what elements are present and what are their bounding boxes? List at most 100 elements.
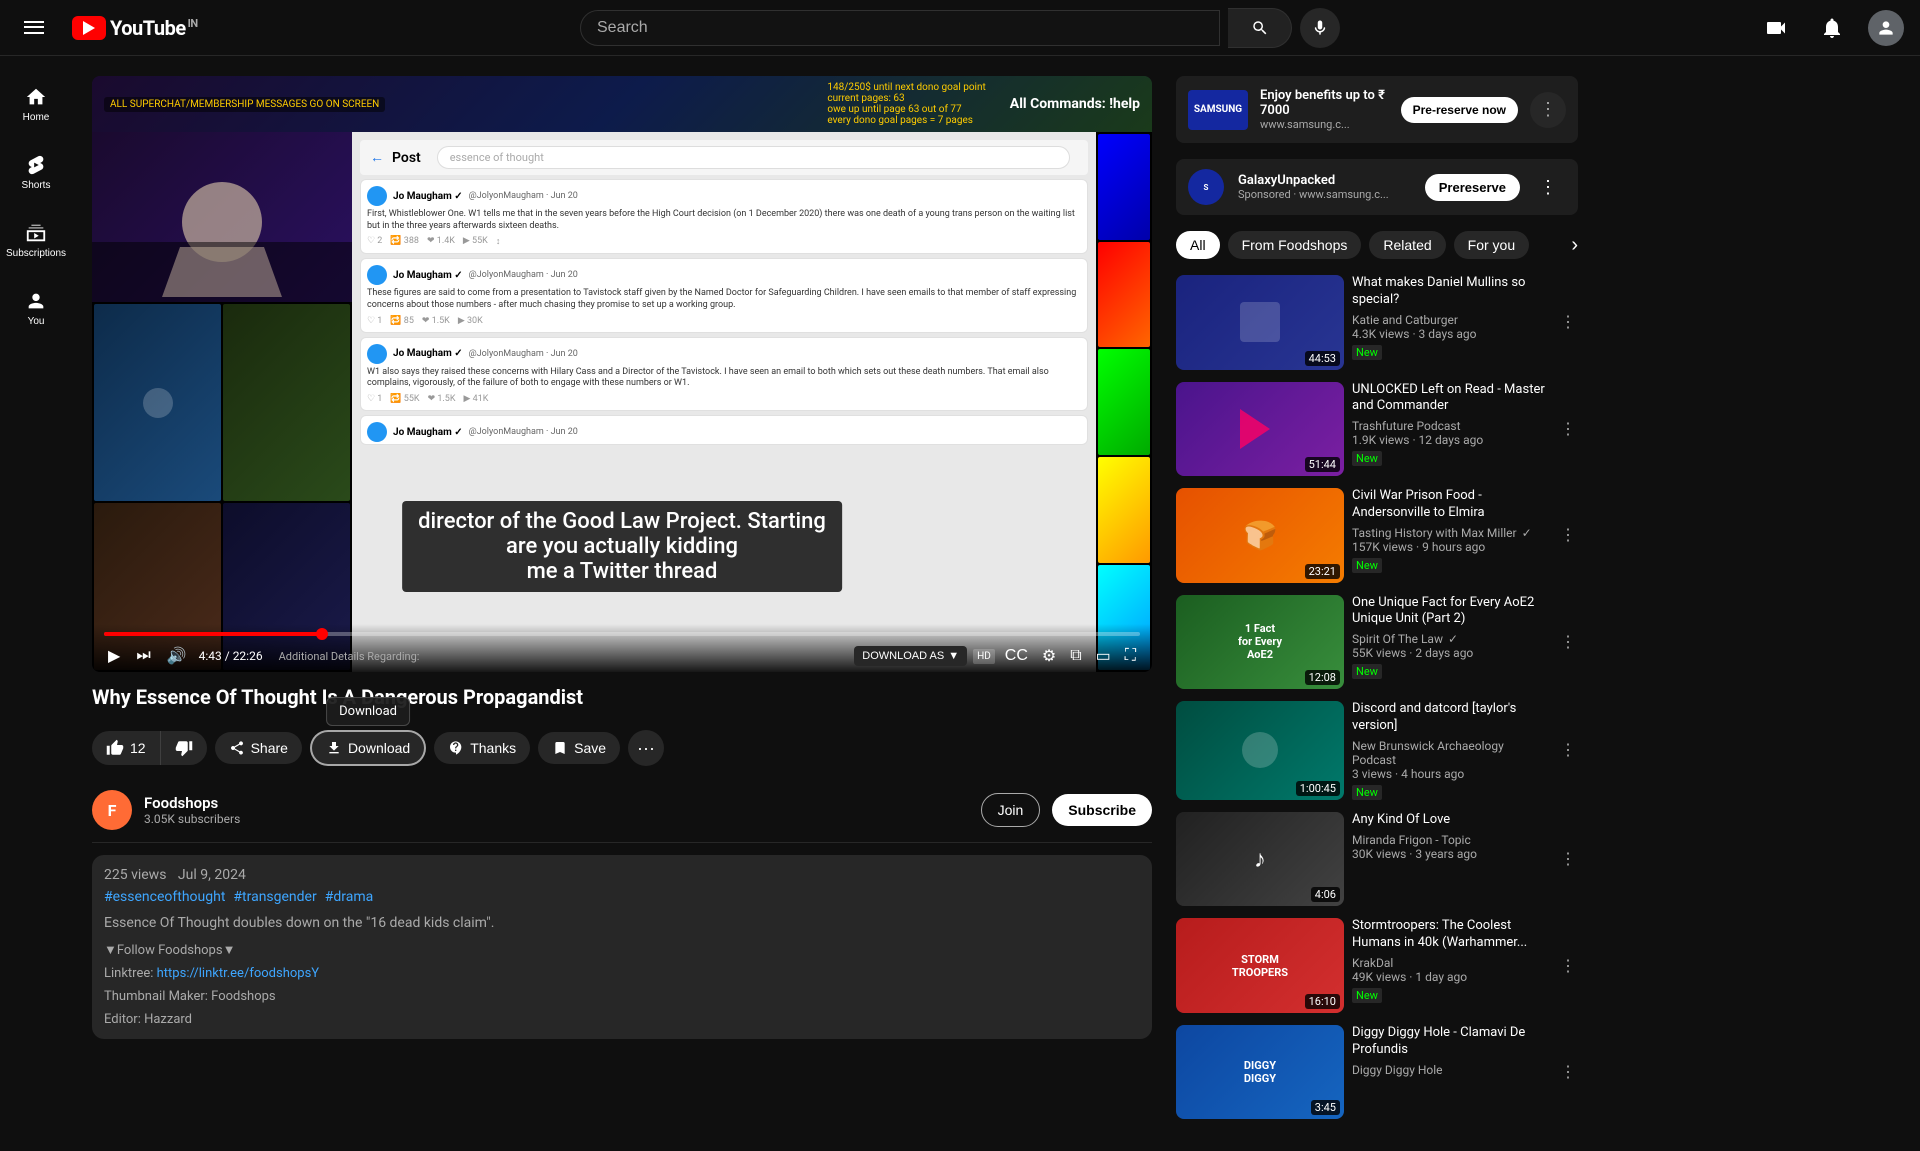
search-input[interactable] — [581, 11, 1219, 45]
rec-title-6: Any Kind Of Love — [1352, 812, 1550, 829]
subtitle-line2: are you actually kidding — [418, 534, 826, 559]
rec-badge-4: New — [1352, 664, 1382, 679]
rec-more-4[interactable]: ⋮ — [1558, 595, 1578, 690]
miniplayer-button[interactable]: ⧉ — [1066, 645, 1085, 667]
tag-2[interactable]: #transgender — [233, 889, 316, 905]
skip-button[interactable]: ⏭ — [132, 645, 154, 667]
download-as-button[interactable]: DOWNLOAD AS ▼ — [854, 646, 967, 666]
tag-3[interactable]: #drama — [325, 889, 374, 905]
sidebar-you-button[interactable]: You — [4, 276, 68, 340]
sponsored-name: GalaxyUnpacked — [1238, 173, 1415, 188]
ad-more-button[interactable]: ⋮ — [1530, 92, 1566, 128]
progress-dot — [316, 628, 328, 640]
sidebar-shorts-button[interactable]: Shorts — [4, 140, 68, 204]
rec-video-8[interactable]: DIGGYDIGGY 3:45 Diggy Diggy Hole - Clama… — [1176, 1025, 1578, 1120]
rec-more-2[interactable]: ⋮ — [1558, 382, 1578, 477]
theater-button[interactable]: ▭ — [1092, 644, 1115, 668]
like-button[interactable]: 12 — [92, 731, 161, 765]
rec-title-7: Stormtroopers: The Coolest Humans in 40k… — [1352, 918, 1550, 952]
progress-bar[interactable] — [104, 632, 1140, 636]
rec-video-3[interactable]: 🍞 23:21 Civil War Prison Food - Anderson… — [1176, 488, 1578, 583]
youtube-logo[interactable]: YouTubeIN — [72, 16, 198, 40]
filter-tab-from-foodshops[interactable]: From Foodshops — [1228, 231, 1362, 259]
volume-button[interactable]: 🔊 — [163, 644, 191, 668]
rec-more-1[interactable]: ⋮ — [1558, 275, 1578, 370]
save-label: Save — [574, 740, 606, 756]
tile-1 — [1098, 134, 1150, 240]
subtitles-button[interactable]: CC — [1001, 645, 1032, 667]
hamburger-menu-button[interactable] — [16, 8, 56, 48]
video-description[interactable]: 225 views Jul 9, 2024 #essenceofthought … — [92, 855, 1152, 1039]
tag-1[interactable]: #essenceofthought — [104, 889, 225, 905]
share-button[interactable]: Share — [215, 732, 302, 764]
rec-title-2: UNLOCKED Left on Read - Master and Comma… — [1352, 382, 1550, 416]
save-button[interactable]: Save — [538, 732, 620, 764]
post-item-4: Jo Maugham ✓ @JolyonMaugham · Jun 20 — [360, 415, 1088, 445]
rec-duration-2: 51:44 — [1305, 457, 1340, 472]
video-player[interactable]: ALL SUPERCHAT/MEMBERSHIP MESSAGES GO ON … — [92, 76, 1152, 672]
rec-thumb-5: 1:00:45 — [1176, 701, 1344, 800]
ad-banner: SAMSUNG Enjoy benefits up to ₹ 7000 www.… — [1176, 76, 1578, 143]
samsung-logo-small: S — [1188, 169, 1224, 205]
video-body: ← Post essence of thought — [92, 132, 1152, 672]
thanks-button[interactable]: Thanks — [434, 732, 530, 764]
rec-thumb-6: ♪ 4:06 — [1176, 812, 1344, 907]
filter-arrow-button[interactable]: › — [1571, 234, 1578, 257]
rec-video-4[interactable]: 1 Factfor EveryAoE2 12:08 One Unique Fac… — [1176, 595, 1578, 690]
voice-search-button[interactable] — [1300, 8, 1340, 48]
download-label: Download — [348, 740, 410, 756]
create-button[interactable] — [1756, 8, 1796, 48]
post-nav-title: Post — [392, 150, 421, 166]
rec-video-7[interactable]: STORMTROOPERS 16:10 Stormtroopers: The C… — [1176, 918, 1578, 1013]
user-avatar[interactable] — [1868, 10, 1904, 46]
shorts-icon — [25, 154, 47, 176]
rec-more-6[interactable]: ⋮ — [1558, 812, 1578, 907]
ad-cta-button[interactable]: Pre-reserve now — [1401, 97, 1518, 123]
fullscreen-button[interactable]: ⛶ — [1121, 645, 1140, 667]
rec-more-3[interactable]: ⋮ — [1558, 488, 1578, 583]
rec-more-5[interactable]: ⋮ — [1558, 701, 1578, 800]
join-button[interactable]: Join — [981, 793, 1041, 827]
rec-channel-8: Diggy Diggy Hole — [1352, 1063, 1550, 1077]
more-options-button[interactable]: ··· — [628, 730, 664, 766]
play-button[interactable]: ▶ — [104, 644, 124, 668]
sponsored-channel-row: S GalaxyUnpacked Sponsored · www.samsung… — [1176, 159, 1578, 215]
rec-duration-1: 44:53 — [1305, 351, 1340, 366]
search-button[interactable] — [1228, 8, 1292, 48]
controls-right: DOWNLOAD AS ▼ HD CC ⚙ ⧉ ▭ ⛶ — [854, 644, 1140, 668]
download-icon — [326, 740, 342, 756]
post-3-header: Jo Maugham ✓ @JolyonMaugham · Jun 20 — [367, 344, 1081, 364]
person-torso — [162, 247, 282, 297]
rec-more-7[interactable]: ⋮ — [1558, 918, 1578, 1013]
rec-video-6[interactable]: ♪ 4:06 Any Kind Of Love Miranda Frigon -… — [1176, 812, 1578, 907]
verified-4: ✓ — [1448, 632, 1458, 646]
total-time: 22:26 — [233, 649, 263, 663]
sidebar-home-button[interactable]: Home — [4, 72, 68, 136]
view-count: 225 views — [104, 867, 166, 883]
filter-tab-all[interactable]: All — [1176, 231, 1220, 259]
dislike-button[interactable] — [161, 731, 207, 765]
download-button[interactable]: Download — [310, 730, 426, 766]
sponsored-more-button[interactable]: ⋮ — [1530, 169, 1566, 205]
post-1-handle: @JolyonMaugham · Jun 20 — [469, 191, 578, 201]
rec-title-8: Diggy Diggy Hole - Clamavi De Profundis — [1352, 1025, 1550, 1059]
post-back-icon: ← — [370, 149, 384, 166]
sponsored-label: Sponsored — [1238, 188, 1291, 201]
filter-tab-for-you[interactable]: For you — [1454, 231, 1529, 259]
filter-tab-related[interactable]: Related — [1369, 231, 1445, 259]
sidebar-subscriptions-button[interactable]: Subscriptions — [4, 208, 68, 272]
thanks-icon — [448, 740, 464, 756]
notifications-button[interactable] — [1812, 8, 1852, 48]
rec-more-8[interactable]: ⋮ — [1558, 1025, 1578, 1120]
home-label: Home — [23, 112, 50, 123]
rec-meta-2: 1.9K views · 12 days ago — [1352, 433, 1550, 447]
rec-video-5[interactable]: 1:00:45 Discord and datcord [taylor's ve… — [1176, 701, 1578, 800]
subscribe-button[interactable]: Subscribe — [1052, 794, 1152, 826]
sponsored-cta-button[interactable]: Prereserve — [1425, 174, 1520, 201]
settings-button[interactable]: ⚙ — [1038, 644, 1060, 668]
rec-meta-4: 55K views · 2 days ago — [1352, 646, 1550, 660]
post-2-avatar — [367, 265, 387, 285]
linktree-link[interactable]: https://linktr.ee/foodshopsY — [157, 966, 319, 981]
rec-video-2[interactable]: 51:44 UNLOCKED Left on Read - Master and… — [1176, 382, 1578, 477]
rec-video-1[interactable]: 44:53 What makes Daniel Mullins so speci… — [1176, 275, 1578, 370]
